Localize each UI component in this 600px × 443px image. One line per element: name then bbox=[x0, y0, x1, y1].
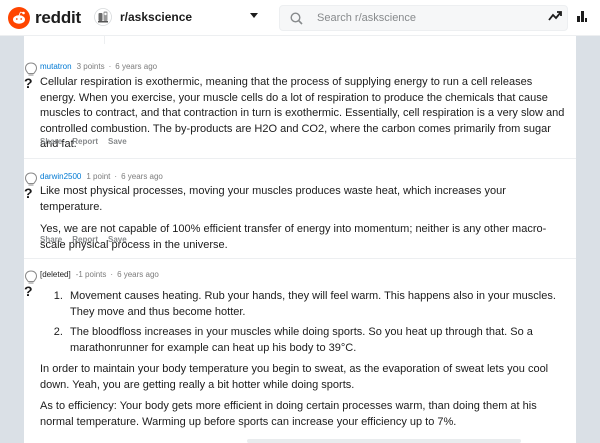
search-input[interactable] bbox=[315, 11, 549, 25]
thread-line bbox=[104, 36, 105, 44]
comment-paragraph: Like most physical processes, moving you… bbox=[40, 185, 506, 213]
comment-age[interactable]: 6 years ago bbox=[115, 62, 157, 71]
comment-age[interactable]: 6 years ago bbox=[117, 270, 159, 279]
svg-text:?: ? bbox=[24, 283, 33, 298]
community-selector[interactable]: r/askscience bbox=[94, 8, 258, 26]
comment-author: [deleted] bbox=[40, 270, 71, 279]
comment-divider bbox=[24, 158, 576, 159]
search-icon bbox=[290, 11, 303, 25]
comment-author[interactable]: mutatron bbox=[40, 62, 72, 71]
reddit-home-link[interactable]: reddit bbox=[8, 6, 82, 29]
comment-body: Movement causes heating. Rub your hands,… bbox=[40, 289, 568, 436]
bottom-bar bbox=[247, 439, 521, 443]
search-bar[interactable] bbox=[279, 5, 568, 31]
stats-icon[interactable] bbox=[576, 10, 588, 22]
comment-meta: mutatron 3 points · 6 years ago bbox=[40, 62, 157, 72]
question-award-icon: ? bbox=[24, 62, 38, 90]
meta-separator: · bbox=[108, 62, 112, 71]
list-item: The bloodfloss increases in your muscles… bbox=[66, 325, 568, 356]
comment-divider bbox=[24, 258, 576, 259]
question-award-icon: ? bbox=[24, 270, 38, 298]
comment-age[interactable]: 6 years ago bbox=[121, 172, 163, 181]
reddit-logo-icon bbox=[8, 6, 30, 29]
svg-text:?: ? bbox=[24, 75, 33, 90]
share-button[interactable]: Share bbox=[40, 137, 62, 146]
chevron-down-icon[interactable] bbox=[250, 13, 258, 19]
comment-points: 3 points bbox=[76, 62, 105, 71]
list-item: Movement causes heating. Rub your hands,… bbox=[66, 289, 568, 320]
svg-text:?: ? bbox=[24, 185, 33, 200]
reddit-wordmark: reddit bbox=[35, 7, 82, 27]
save-button[interactable]: Save bbox=[108, 235, 127, 244]
share-button[interactable]: Share bbox=[40, 235, 62, 244]
comment-paragraph: As to efficiency: Your body gets more ef… bbox=[40, 400, 537, 428]
comment-numbered-list: Movement causes heating. Rub your hands,… bbox=[40, 289, 568, 356]
comment-actions: Share Report Save bbox=[40, 235, 127, 244]
report-button[interactable]: Report bbox=[72, 137, 98, 146]
community-name: r/askscience bbox=[120, 10, 193, 24]
comment-body: Like most physical processes, moving you… bbox=[40, 184, 568, 259]
community-icon bbox=[94, 8, 112, 26]
comment-meta: darwin2500 1 point · 6 years ago bbox=[40, 172, 163, 182]
save-button[interactable]: Save bbox=[108, 137, 127, 146]
meta-separator: · bbox=[114, 172, 118, 181]
comments-panel: ? mutatron 3 points · 6 years ago Cellular … bbox=[24, 36, 576, 443]
report-button[interactable]: Report bbox=[72, 235, 98, 244]
comment-points: 1 point bbox=[86, 172, 111, 181]
trending-icon[interactable] bbox=[548, 10, 562, 22]
meta-separator: · bbox=[110, 270, 114, 279]
comment-points: -1 points bbox=[75, 270, 107, 279]
comment-actions: Share Report Save bbox=[40, 137, 127, 146]
top-navigation-bar: reddit r/askscience bbox=[0, 0, 600, 36]
comment-author[interactable]: darwin2500 bbox=[40, 172, 81, 181]
comment-meta: [deleted] -1 points · 6 years ago bbox=[40, 270, 159, 280]
question-award-icon: ? bbox=[24, 172, 38, 200]
comment-paragraph: In order to maintain your body temperatu… bbox=[40, 363, 549, 391]
